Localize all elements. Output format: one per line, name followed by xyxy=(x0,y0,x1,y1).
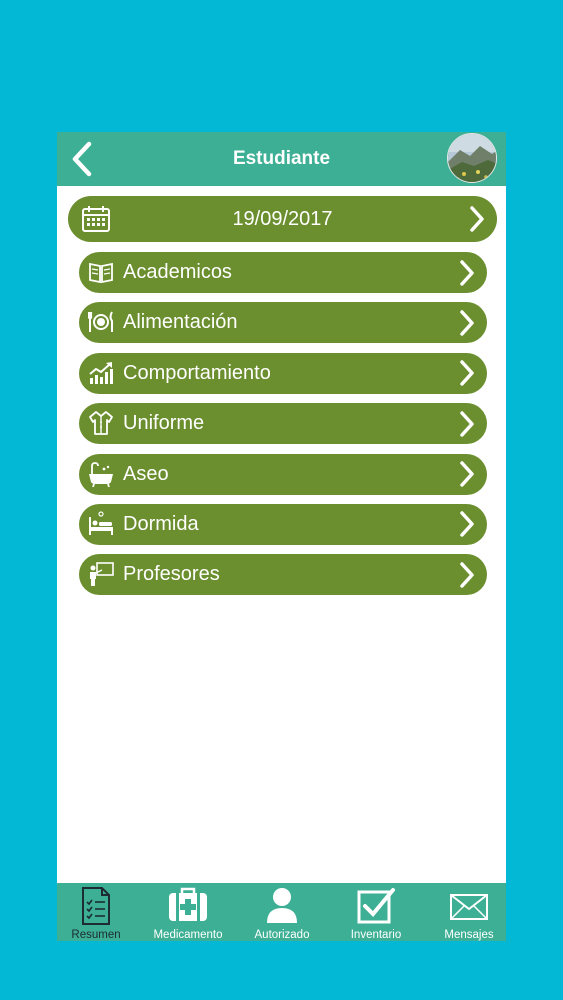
envelope-icon xyxy=(450,894,488,920)
tab-label: Autorizado xyxy=(254,929,310,941)
chevron-right-icon xyxy=(460,310,474,336)
tab-label: Inventario xyxy=(350,929,402,941)
menu-item-dormida[interactable]: Dormida xyxy=(79,503,487,545)
header-bar: Estudiante xyxy=(57,132,506,186)
tab-label: Resumen xyxy=(71,929,121,941)
checkbox-icon xyxy=(357,888,395,924)
menu-item-profesores[interactable]: Profesores xyxy=(79,554,487,596)
menu-item-label: Aseo xyxy=(123,462,169,485)
tab-inventario[interactable]: Inventario xyxy=(331,883,421,941)
menu-item-label: Profesores xyxy=(123,563,220,586)
first-aid-kit-icon xyxy=(169,887,207,921)
menu-item-label: Academicos xyxy=(123,261,232,283)
tab-bar: Resumen Medicamento Autorizado Inventari… xyxy=(57,883,506,941)
chevron-right-icon xyxy=(470,206,484,232)
menu-item-uniforme[interactable]: Uniforme xyxy=(79,403,487,445)
date-label: 19/09/2017 xyxy=(232,207,333,230)
menu-item-alimentacion[interactable]: Alimentación xyxy=(79,302,487,344)
chevron-right-icon xyxy=(460,259,474,286)
tab-label: Medicamento xyxy=(153,929,223,941)
tab-label: Mensajes xyxy=(444,929,494,941)
bed-icon xyxy=(89,511,113,535)
chevron-right-icon xyxy=(460,461,474,487)
menu-item-aseo[interactable]: Aseo xyxy=(79,453,487,495)
tab-medicamento[interactable]: Medicamento xyxy=(143,883,233,941)
person-icon xyxy=(267,888,297,923)
menu-item-label: Alimentación xyxy=(123,311,238,334)
chevron-right-icon xyxy=(460,562,474,588)
bathtub-icon xyxy=(89,461,113,487)
document-list-icon xyxy=(82,887,110,925)
app-screen: Estudiante 19/09/2017 Academicos Aliment… xyxy=(57,132,506,941)
category-menu: Academicos Alimentación Comportamiento U… xyxy=(79,252,487,605)
chart-trend-icon xyxy=(89,361,113,384)
menu-item-label: Comportamiento xyxy=(123,361,271,384)
menu-item-label: Dormida xyxy=(123,512,199,535)
chevron-right-icon xyxy=(460,410,474,437)
tab-autorizado[interactable]: Autorizado xyxy=(237,883,327,941)
avatar[interactable] xyxy=(447,133,497,183)
date-selector[interactable]: 19/09/2017 xyxy=(68,196,497,242)
chevron-right-icon xyxy=(460,360,474,387)
menu-item-comportamiento[interactable]: Comportamiento xyxy=(79,352,487,394)
menu-item-label: Uniforme xyxy=(123,412,205,435)
book-icon xyxy=(89,262,113,284)
page-title: Estudiante xyxy=(232,148,331,169)
menu-item-academicos[interactable]: Academicos xyxy=(79,252,487,293)
chevron-right-icon xyxy=(460,511,474,538)
plate-cutlery-icon xyxy=(88,311,113,333)
uniform-icon xyxy=(89,411,113,436)
tab-resumen[interactable]: Resumen xyxy=(51,883,141,941)
teacher-board-icon xyxy=(90,562,114,587)
chevron-left-icon xyxy=(72,141,92,177)
calendar-icon xyxy=(82,206,110,232)
back-button[interactable] xyxy=(65,138,99,180)
tab-mensajes[interactable]: Mensajes xyxy=(424,883,514,941)
avatar-photo xyxy=(448,134,496,182)
